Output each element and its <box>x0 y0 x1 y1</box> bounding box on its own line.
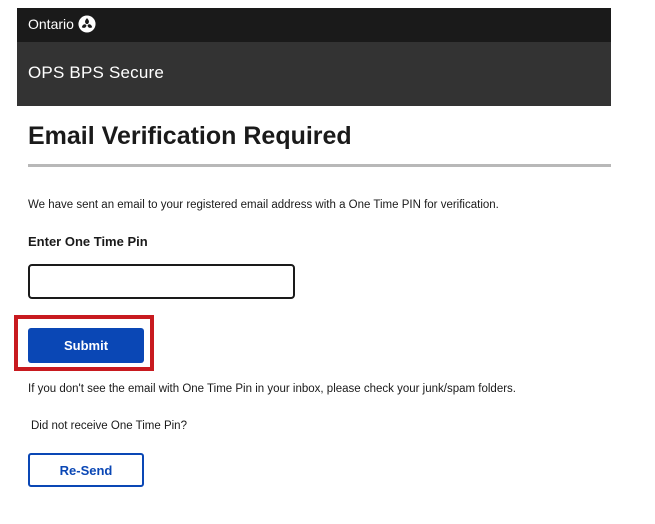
title-divider <box>28 164 611 167</box>
app-title: OPS BPS Secure <box>28 63 165 82</box>
trillium-logo-icon <box>78 15 96 33</box>
ontario-brand[interactable]: Ontario <box>28 15 96 33</box>
brand-text: Ontario <box>28 16 74 32</box>
one-time-pin-input[interactable] <box>28 264 295 299</box>
verification-info-text: We have sent an email to your registered… <box>28 199 499 211</box>
ontario-top-bar: Ontario <box>17 8 611 42</box>
not-received-text: Did not receive One Time Pin? <box>31 420 187 432</box>
app-header-bar: OPS BPS Secure <box>17 42 611 106</box>
page-title: Email Verification Required <box>28 122 352 150</box>
spam-folder-notice: If you don't see the email with One Time… <box>28 383 516 395</box>
pin-field-label: Enter One Time Pin <box>28 234 148 249</box>
submit-button[interactable]: Submit <box>28 328 144 363</box>
resend-button[interactable]: Re-Send <box>28 453 144 487</box>
